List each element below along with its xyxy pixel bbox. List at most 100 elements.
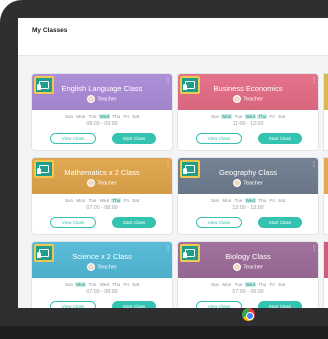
weekday-wed: Wed <box>244 114 257 119</box>
weekday-sun: Sun <box>64 198 74 203</box>
weekday-sat: Sat <box>132 282 140 287</box>
weekday-selector: Sun Mon Tue Wed Thu Fri Sat <box>32 282 172 287</box>
weekday-thu: Thu <box>258 198 267 203</box>
teacher-name: Teacher <box>97 180 117 187</box>
weekday-sun: Sun <box>210 114 220 119</box>
class-name: Business Economics <box>213 84 283 93</box>
laptop-base <box>0 326 328 339</box>
start-class-button[interactable]: Start Class <box>112 301 156 308</box>
weekday-thu: Thu <box>111 198 122 203</box>
class-name: English Language Class <box>61 84 143 93</box>
page-title: My Classes <box>32 27 68 34</box>
weekday-wed: Wed <box>99 282 110 287</box>
class-time: 07:00 - 08:00 <box>86 205 118 211</box>
avatar <box>233 179 242 187</box>
weekday-tue: Tue <box>88 114 97 119</box>
class-name: Biology Class <box>225 252 271 261</box>
teacher-label: Teacher <box>32 263 172 271</box>
weekday-wed: Wed <box>244 282 257 287</box>
weekday-fri: Fri <box>269 282 275 287</box>
weekday-fri: Fri <box>269 198 275 203</box>
weekday-wed: Wed <box>98 114 111 119</box>
weekday-mon: Mon <box>222 198 232 203</box>
top-bar: My Classes <box>18 18 328 56</box>
weekday-fri: Fri <box>123 198 129 203</box>
weekday-sat: Sat <box>278 114 286 119</box>
avatar <box>87 95 96 103</box>
start-class-button[interactable]: Start Class <box>258 217 302 228</box>
teacher-name: Teacher <box>243 264 263 271</box>
weekday-thu: Thu <box>112 282 121 287</box>
view-class-button[interactable]: View Class <box>196 133 242 144</box>
chrome-icon[interactable] <box>242 308 255 321</box>
class-name: Science x 2 Class <box>72 252 132 261</box>
weekday-sun: Sun <box>210 282 220 287</box>
weekday-sun: Sun <box>64 282 74 287</box>
teacher-label: Teacher <box>178 95 318 103</box>
class-card[interactable]: ⋮ English Language Class Teacher Sun Mon Tu… <box>32 74 172 150</box>
weekday-thu: Thu <box>257 114 268 119</box>
teacher-name: Teacher <box>97 264 117 271</box>
class-card[interactable]: ⋮ Biology Class Teacher Sun Mon Tue Wed Thu… <box>178 242 318 308</box>
weekday-fri: Fri <box>269 114 275 119</box>
teacher-name: Teacher <box>243 96 263 103</box>
class-card[interactable]: ⋮ Science x 2 Class Teacher Sun Mon Tue Wed… <box>32 242 172 308</box>
view-class-button[interactable]: View Class <box>50 301 96 308</box>
weekday-mon: Mon <box>76 114 86 119</box>
weekday-sun: Sun <box>210 198 220 203</box>
avatar <box>87 179 96 187</box>
class-card-partial[interactable] <box>324 74 328 150</box>
weekday-wed: Wed <box>244 198 257 203</box>
weekday-sat: Sat <box>132 114 140 119</box>
class-time: 07:00 - 08:00 <box>86 289 118 295</box>
class-card[interactable]: ⋮ Geography Class Teacher Sun Mon Tue Wed T… <box>178 158 318 234</box>
weekday-sat: Sat <box>132 198 140 203</box>
weekday-tue: Tue <box>88 282 97 287</box>
weekday-tue: Tue <box>234 114 243 119</box>
teacher-name: Teacher <box>243 180 263 187</box>
teacher-name: Teacher <box>97 96 117 103</box>
weekday-tue: Tue <box>88 198 97 203</box>
teacher-label: Teacher <box>32 95 172 103</box>
weekday-tue: Tue <box>234 198 243 203</box>
teacher-label: Teacher <box>178 263 318 271</box>
weekday-fri: Fri <box>123 114 129 119</box>
app-screen: My Classes ⋮ English Language Class Teache… <box>18 18 328 308</box>
class-card[interactable]: ⋮ Business Economics Teacher Sun Mon Tue We… <box>178 74 318 150</box>
class-time: 11:00 - 12:00 <box>232 121 264 127</box>
view-class-button[interactable]: View Class <box>196 217 242 228</box>
view-class-button[interactable]: View Class <box>196 301 242 308</box>
start-class-button[interactable]: Start Class <box>258 301 302 308</box>
weekday-mon: Mon <box>222 282 232 287</box>
class-card-partial[interactable] <box>324 242 328 308</box>
avatar <box>87 263 96 271</box>
class-card[interactable]: ⋮ Mathematics x 2 Class Teacher Sun Mon Tue… <box>32 158 172 234</box>
start-class-button[interactable]: Start Class <box>112 133 156 144</box>
weekday-wed: Wed <box>99 198 110 203</box>
class-name: Geography Class <box>219 168 277 177</box>
start-class-button[interactable]: Start Class <box>112 217 156 228</box>
weekday-mon: Mon <box>76 198 86 203</box>
class-card-partial[interactable] <box>324 158 328 234</box>
weekday-mon: Mon <box>221 114 233 119</box>
weekday-thu: Thu <box>112 114 121 119</box>
weekday-selector: Sun Mon Tue Wed Thu Fri Sat <box>178 114 318 119</box>
weekday-sat: Sat <box>278 282 286 287</box>
weekday-thu: Thu <box>258 282 267 287</box>
weekday-tue: Tue <box>234 282 243 287</box>
weekday-selector: Sun Mon Tue Wed Thu Fri Sat <box>178 198 318 203</box>
start-class-button[interactable]: Start Class <box>258 133 302 144</box>
view-class-button[interactable]: View Class <box>50 217 96 228</box>
weekday-selector: Sun Mon Tue Wed Thu Fri Sat <box>32 198 172 203</box>
weekday-selector: Sun Mon Tue Wed Thu Fri Sat <box>178 282 318 287</box>
weekday-selector: Sun Mon Tue Wed Thu Fri Sat <box>32 114 172 119</box>
view-class-button[interactable]: View Class <box>50 133 96 144</box>
teacher-label: Teacher <box>32 179 172 187</box>
weekday-sun: Sun <box>64 114 74 119</box>
avatar <box>233 95 242 103</box>
teacher-label: Teacher <box>178 179 318 187</box>
class-time: 12:00 - 13:00 <box>232 205 264 211</box>
weekday-sat: Sat <box>278 198 286 203</box>
weekday-fri: Fri <box>123 282 129 287</box>
avatar <box>233 263 242 271</box>
